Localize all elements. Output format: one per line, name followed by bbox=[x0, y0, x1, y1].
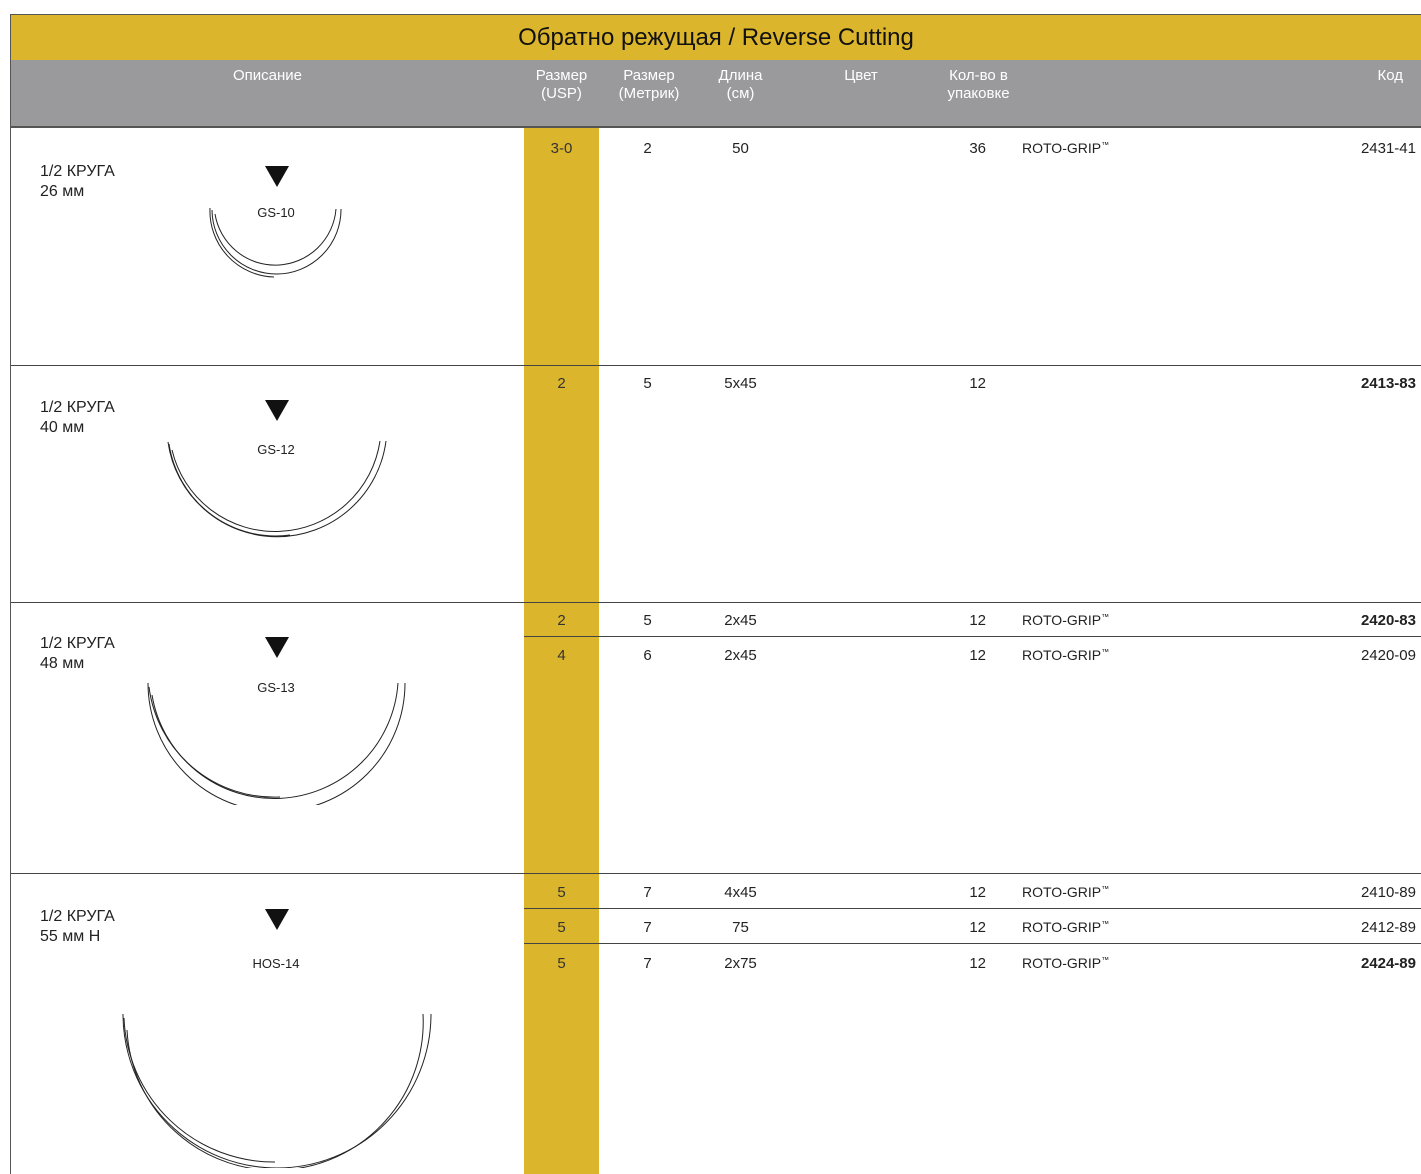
cell-code: 2431-41 bbox=[1360, 140, 1416, 157]
cell-qty: 12 bbox=[969, 919, 986, 936]
needle-curve-icon bbox=[147, 682, 406, 805]
cell-usp: 3-0 bbox=[550, 140, 573, 157]
cell-note: ROTO-GRIP™ bbox=[1022, 955, 1110, 971]
table-header: Описание Размер (USP) Размер (Метрик) Дл… bbox=[11, 60, 1421, 128]
needle-curve-icon bbox=[167, 440, 387, 538]
reverse-cutting-triangle-icon bbox=[265, 909, 289, 930]
cell-length: 2x45 bbox=[724, 612, 757, 629]
cell-note: ROTO-GRIP™ bbox=[1022, 647, 1110, 663]
cell-length: 2x75 bbox=[724, 955, 757, 972]
reverse-cutting-triangle-icon bbox=[265, 400, 289, 421]
cell-usp: 5 bbox=[557, 884, 566, 901]
cell-code: 2413-83 bbox=[1360, 375, 1416, 392]
needle-curvature: 1/2 КРУГА bbox=[40, 908, 115, 925]
group-divider bbox=[11, 365, 1421, 366]
table-title-text: Обратно режущая / Reverse Cutting bbox=[518, 23, 914, 51]
needle-length: 48 мм bbox=[40, 655, 85, 672]
cell-code: 2412-89 bbox=[1360, 919, 1416, 936]
cell-qty: 12 bbox=[969, 612, 986, 629]
table-title: Обратно режущая / Reverse Cutting bbox=[11, 15, 1421, 60]
row-divider bbox=[524, 908, 1421, 909]
needle-length: 40 мм bbox=[40, 419, 85, 436]
needle-length: 26 мм bbox=[40, 183, 85, 200]
header-size-metric: Размер (Метрик) bbox=[618, 67, 680, 102]
cell-qty: 36 bbox=[969, 140, 986, 157]
cell-qty: 12 bbox=[969, 375, 986, 392]
cell-metric: 6 bbox=[643, 647, 652, 664]
cell-length: 5x45 bbox=[724, 375, 757, 392]
needle-description: 1/2 КРУГА 40 мм bbox=[40, 398, 115, 438]
needle-length: 55 мм Н bbox=[40, 928, 101, 945]
cell-length: 4x45 bbox=[724, 884, 757, 901]
needle-curvature: 1/2 КРУГА bbox=[40, 399, 115, 416]
needle-code-label: HOS-14 bbox=[252, 956, 300, 971]
cell-usp: 4 bbox=[557, 647, 566, 664]
needle-curve-icon bbox=[209, 207, 342, 278]
needle-description: 1/2 КРУГА 55 мм Н bbox=[40, 907, 115, 947]
group-divider bbox=[11, 873, 1421, 874]
cell-usp: 2 bbox=[557, 612, 566, 629]
header-description: Описание bbox=[232, 67, 303, 84]
header-qty: Кол-во в упаковке bbox=[947, 67, 1010, 102]
cell-qty: 12 bbox=[969, 955, 986, 972]
header-color: Цвет bbox=[844, 67, 878, 84]
cell-note: ROTO-GRIP™ bbox=[1022, 919, 1110, 935]
reverse-cutting-triangle-icon bbox=[265, 166, 289, 187]
cell-metric: 2 bbox=[643, 140, 652, 157]
needle-curve-icon bbox=[122, 1013, 432, 1168]
header-length: Длина (см) bbox=[718, 67, 763, 102]
cell-code: 2410-89 bbox=[1360, 884, 1416, 901]
needle-description: 1/2 КРУГА 48 мм bbox=[40, 634, 115, 674]
cell-metric: 7 bbox=[643, 955, 652, 972]
group-divider bbox=[11, 602, 1421, 603]
needle-description: 1/2 КРУГА 26 мм bbox=[40, 162, 115, 202]
cell-length: 2x45 bbox=[724, 647, 757, 664]
cell-code: 2420-09 bbox=[1360, 647, 1416, 664]
cell-metric: 5 bbox=[643, 375, 652, 392]
cell-usp: 5 bbox=[557, 955, 566, 972]
cell-length: 50 bbox=[732, 140, 749, 157]
needle-curvature: 1/2 КРУГА bbox=[40, 163, 115, 180]
cell-length: 75 bbox=[732, 919, 749, 936]
row-divider bbox=[524, 636, 1421, 637]
cell-qty: 12 bbox=[969, 647, 986, 664]
reverse-cutting-triangle-icon bbox=[265, 637, 289, 658]
table-frame bbox=[10, 14, 1421, 1174]
cell-usp: 5 bbox=[557, 919, 566, 936]
header-size-usp: Размер (USP) bbox=[535, 67, 588, 102]
cell-note: ROTO-GRIP™ bbox=[1022, 140, 1110, 156]
cell-note: ROTO-GRIP™ bbox=[1022, 884, 1110, 900]
cell-usp: 2 bbox=[557, 375, 566, 392]
cell-metric: 7 bbox=[643, 884, 652, 901]
cell-code: 2424-89 bbox=[1360, 955, 1416, 972]
header-code: Код bbox=[1377, 67, 1403, 84]
cell-qty: 12 bbox=[969, 884, 986, 901]
cell-metric: 7 bbox=[643, 919, 652, 936]
row-divider bbox=[524, 943, 1421, 944]
needle-curvature: 1/2 КРУГА bbox=[40, 635, 115, 652]
cell-code: 2420-83 bbox=[1360, 612, 1416, 629]
cell-metric: 5 bbox=[643, 612, 652, 629]
cell-note: ROTO-GRIP™ bbox=[1022, 612, 1110, 628]
